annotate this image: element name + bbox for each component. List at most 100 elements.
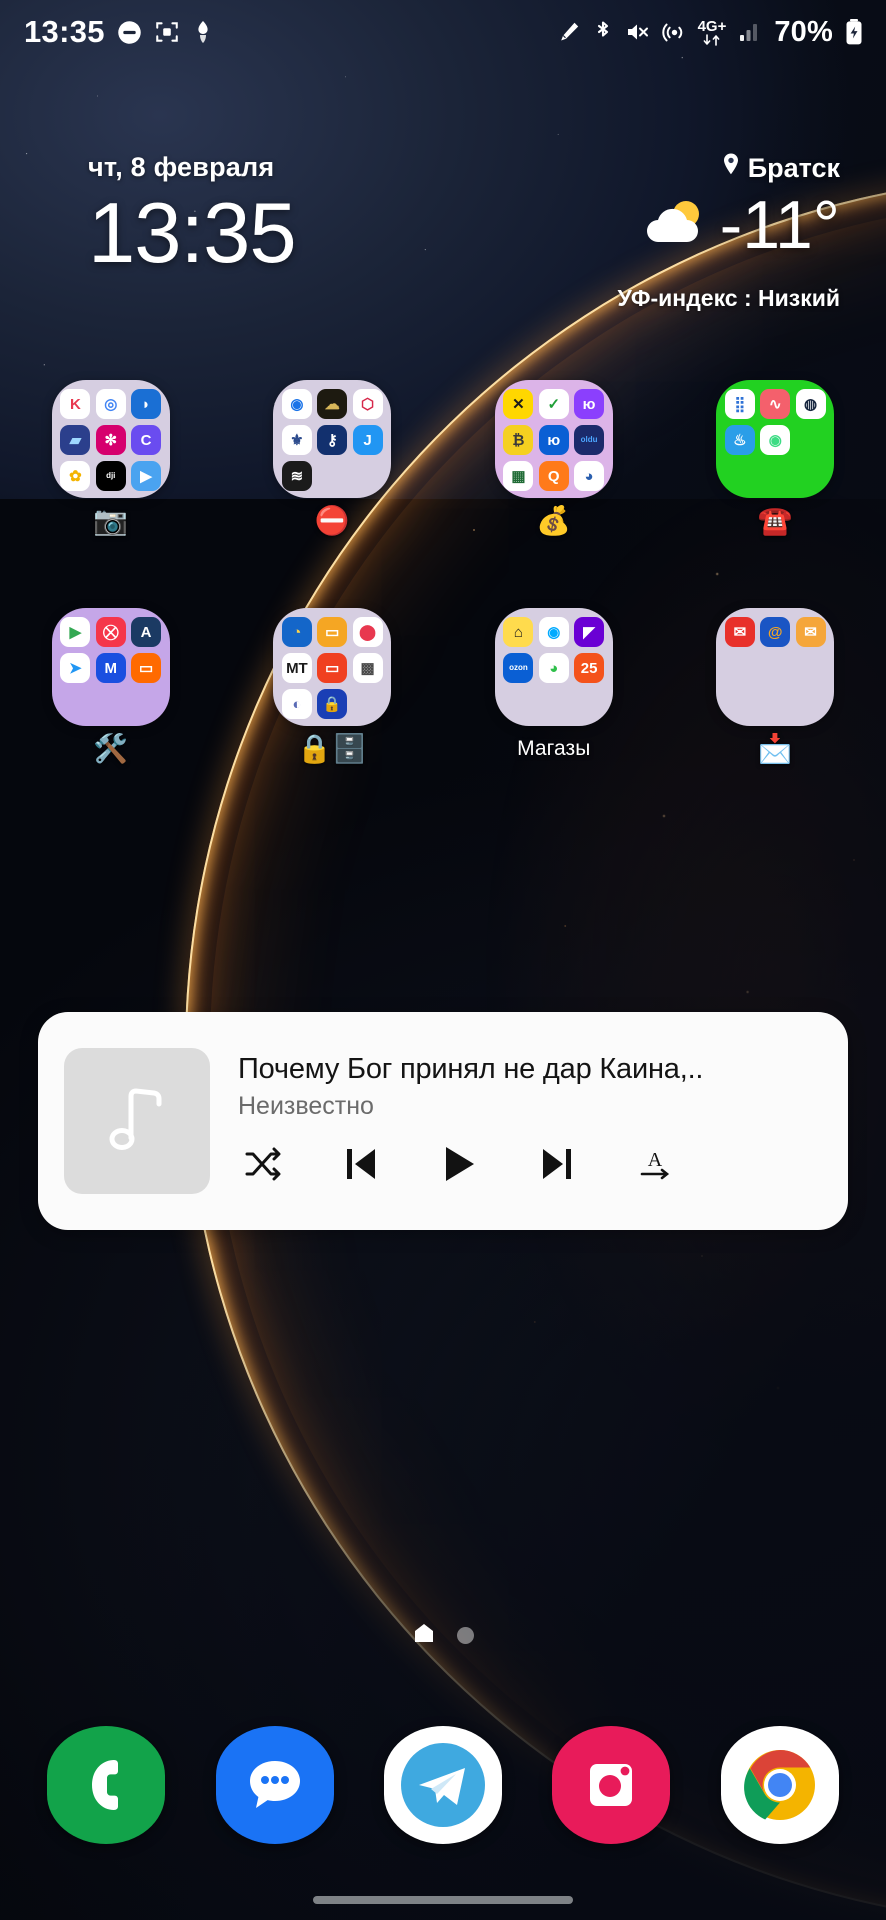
ozon-icon[interactable]: ozon [503,653,534,683]
shops-folder-label: Магазы [517,737,591,760]
dji-icon[interactable]: dji [95,461,126,491]
justice-icon[interactable]: J [352,425,383,455]
gosuslugi-icon[interactable]: ◉ [281,389,312,419]
battery-charging-icon [844,18,864,46]
yoomoney-icon[interactable]: ю [574,389,605,419]
mobile-app-icon[interactable]: M [95,653,126,683]
bank-app-icon[interactable]: ◕ [574,461,605,491]
mail-folder[interactable]: ✉ @ ✉ [716,608,835,726]
finance-folder-label: 💰 [536,505,572,536]
yoomoney-blue-icon[interactable]: ю [538,425,569,455]
files-red-icon[interactable]: ▭ [317,653,348,683]
shops-folder[interactable]: ⌂ ◉ ◤ ozon ◕ 25 [494,608,613,726]
gesture-navigation-bar[interactable] [313,1896,573,1904]
qiwi-icon[interactable]: Q [538,461,569,491]
vault-lock-icon[interactable]: 🔒 [317,689,348,719]
files-security-folder-cell: ◔ ▭ ⬤ MT ▭ ▩ ◐ 🔒 🔒🗄️ [222,608,444,763]
tools-store-folder[interactable]: ▶ ⛒ A ➤ M ▭ [51,608,170,726]
sbis-icon[interactable]: ≋ [281,461,312,491]
play-movies-icon[interactable]: ▶ [131,461,162,491]
yandex-market-icon[interactable]: ⌂ [503,617,534,647]
mt-manager-icon[interactable]: MT [281,653,312,683]
wildberries-icon[interactable]: ◤ [574,617,605,647]
crypto-wallet-icon[interactable]: ₿ [503,425,534,455]
apk-installer-icon[interactable]: ▭ [131,653,162,683]
page-2-dot[interactable] [456,1626,474,1644]
weather-temp-row: -11° [617,191,840,259]
widget-date: чт, 8 февраля [88,152,275,182]
aptoide-icon[interactable]: ➤ [60,653,91,683]
home-app-row-1: K ◎ ◗ ▰ ✻ C ✿ dji ▶ 📷 ◉ ☁ ⬡ ⚜ ⚷ J ≋ ⛔ ✕ ✓ ю ₿ ю oldu ▦ Q ◕ 💰 ⣿ ∿ ◍ ♨ ◉ ☎️ [0,380,886,535]
video-editor-icon[interactable]: ▰ [60,425,91,455]
samsung-email-icon[interactable]: ✉ [795,617,826,647]
google-play-icon[interactable]: ▶ [60,617,91,647]
oldubil-icon[interactable]: oldu [574,425,605,455]
home-page-icon[interactable] [413,1622,435,1649]
pass-key-icon[interactable]: ⚷ [317,425,348,455]
instagram-app[interactable] [552,1726,671,1844]
status-bar-right: 4G+ 70% [557,16,864,49]
apkpure-icon[interactable]: A [131,617,162,647]
track-artist: Неизвестно [238,1092,374,1120]
nalog-icon[interactable]: ☁ [317,389,348,419]
widget-time: 13:35 [88,186,297,281]
avito-icon[interactable]: ◉ [538,617,569,647]
music-controls: A [238,1143,822,1185]
next-button[interactable] [536,1143,578,1185]
picsart-icon[interactable]: ✻ [95,425,126,455]
data-transfer-icon: 4G+ [698,19,726,46]
sberbank-icon[interactable]: ✓ [538,389,569,419]
google-photos-icon[interactable]: ✿ [60,461,91,491]
android-tool-icon[interactable]: ◉ [760,425,791,455]
gov-services-folder[interactable]: ◉ ☁ ⬡ ⚜ ⚷ J ≋ [273,380,392,498]
finance-folder[interactable]: ✕ ✓ ю ₿ ю oldu ▦ Q ◕ [494,380,613,498]
canva-icon[interactable]: C [131,425,162,455]
weather-section[interactable]: Братск -11° УФ-индекс : Низкий [617,140,852,400]
phone-app[interactable] [47,1726,166,1844]
files-security-folder[interactable]: ◔ ▭ ⬤ MT ▭ ▩ ◐ 🔒 [273,608,392,726]
chrome-app[interactable] [720,1726,839,1844]
samsung-health-devices-icon[interactable]: ⣿ [724,389,755,419]
raiffeisen-icon[interactable]: ✕ [503,389,534,419]
lens-icon[interactable]: ◎ [95,389,126,419]
clock-section[interactable]: чт, 8 февраля 13:35 [88,140,297,400]
snapseed-icon[interactable]: ◗ [131,389,162,419]
water-tracker-icon[interactable]: ♨ [724,425,755,455]
gps-tracker-icon[interactable]: ◍ [795,389,826,419]
gmail-icon[interactable]: ✉ [724,617,755,647]
status-bar-clock: 13:35 [24,14,105,49]
sbermegamarket-icon[interactable]: 25 [574,653,605,683]
rshb-icon[interactable]: ▦ [503,461,534,491]
album-art[interactable] [64,1048,210,1194]
repeat-a-button[interactable]: A [634,1143,676,1185]
media-tools-folder[interactable]: K ◎ ◗ ▰ ✻ C ✿ dji ▶ [51,380,170,498]
previous-button[interactable] [340,1143,382,1185]
tools-store-folder-cell: ▶ ⛒ A ➤ M ▭ 🛠️ [0,608,222,763]
mos-uslugi-icon[interactable]: ⬡ [352,389,383,419]
files-security-folder-label: 🔒🗄️ [297,733,368,764]
mail-folder-label: 📩 [757,733,793,764]
mute-icon [625,20,651,44]
weather-city-label: Братск [747,153,840,183]
my-files-icon[interactable]: ▭ [317,617,348,647]
clock-weather-widget[interactable]: чт, 8 февраля 13:35 Братск -11° УФ-индек… [0,140,886,400]
shuffle-button[interactable] [242,1143,284,1185]
kinemaster-icon[interactable]: K [60,389,91,419]
aliexpress-icon[interactable]: ◕ [538,653,569,683]
cat-file-app-icon[interactable]: ◐ [281,689,312,719]
archive-tool-icon[interactable]: ▩ [352,653,383,683]
mail-ru-icon[interactable]: @ [760,617,791,647]
page-indicator [0,1615,886,1655]
telegram-app[interactable] [383,1726,502,1844]
galaxy-store-icon[interactable]: ⛒ [95,617,126,647]
messages-app[interactable] [215,1726,334,1844]
music-player-widget[interactable]: Почему Бог принял не дар Каина,.. Неизве… [38,1012,848,1230]
pfr-icon[interactable]: ⚜ [281,425,312,455]
weather-temperature: -11° [719,187,840,263]
health-folder[interactable]: ⣿ ∿ ◍ ♨ ◉ [716,380,835,498]
cleaner-icon[interactable]: ◔ [281,617,312,647]
svg-text:A: A [648,1149,663,1171]
play-button[interactable] [438,1143,480,1185]
mixplorer-icon[interactable]: ⬤ [352,617,383,647]
samsung-health-icon[interactable]: ∿ [760,389,791,419]
